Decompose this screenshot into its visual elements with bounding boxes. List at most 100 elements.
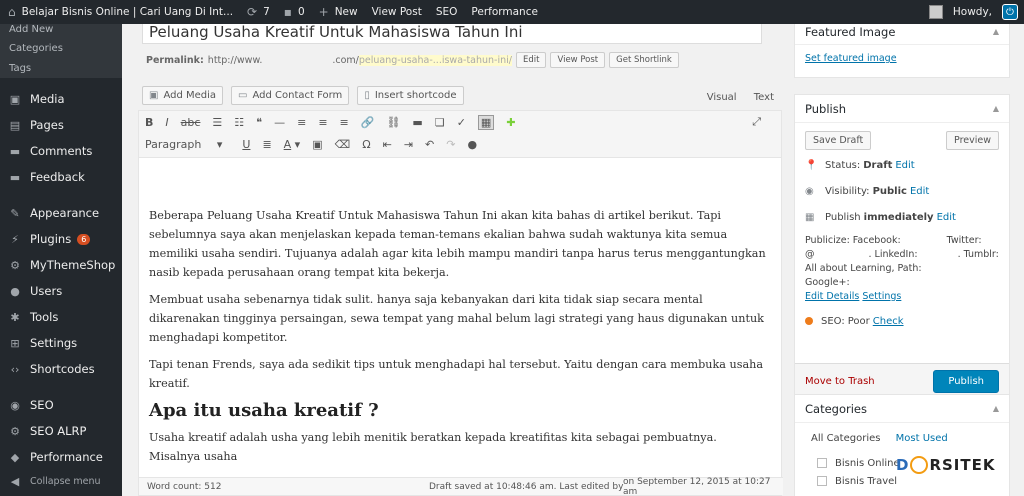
howdy-text[interactable]: Howdy,	[953, 6, 992, 18]
sidebar-item-comments[interactable]: ▬ Comments	[0, 138, 122, 164]
publish-button[interactable]: Publish	[933, 370, 999, 393]
format-select[interactable]: Paragraph ▾	[145, 138, 222, 151]
sidebar-item-feedback[interactable]: ▬ Feedback	[0, 164, 122, 190]
blockquote-icon[interactable]: ❝	[256, 116, 262, 129]
category-item[interactable]: Bisnis Travel	[795, 472, 1009, 490]
read-more-icon[interactable]: ▬	[412, 116, 422, 129]
sidebar-item-performance[interactable]: ◆ Performance	[0, 444, 122, 470]
sidebar-item-label: MyThemeShop	[30, 258, 116, 272]
edit-details-link[interactable]: Edit Details	[805, 291, 859, 302]
italic-icon[interactable]: I	[165, 116, 168, 129]
sidebar-item-shortcodes[interactable]: ‹› Shortcodes	[0, 356, 122, 382]
tab-all-categories[interactable]: All Categories	[811, 433, 880, 444]
sidebar-item-pages[interactable]: ▤ Pages	[0, 112, 122, 138]
bold-icon[interactable]: B	[145, 116, 153, 129]
tab-text[interactable]: Text	[754, 92, 774, 103]
comments-link[interactable]: ▪ 0	[284, 5, 305, 19]
special-char-icon[interactable]: Ω	[362, 138, 370, 151]
underline-icon[interactable]: U	[242, 138, 250, 151]
view-post-button[interactable]: View Post	[550, 52, 606, 68]
add-media-button[interactable]: ▣ Add Media	[142, 86, 224, 105]
sidebar-item-label: Performance	[30, 450, 103, 464]
sidebar-item-media[interactable]: ▣ Media	[0, 86, 122, 112]
toolbar-toggle-icon[interactable]: ▦	[477, 114, 495, 130]
paste-text-icon[interactable]: ▣	[312, 138, 322, 151]
edit-status-link[interactable]: Edit	[895, 160, 914, 171]
publish-header[interactable]: Publish ▲	[795, 95, 1009, 123]
submenu-tags[interactable]: Tags	[0, 58, 122, 78]
edit-schedule-link[interactable]: Edit	[937, 212, 956, 223]
sidebar-item-mythemeshop[interactable]: ⚙ MyThemeShop	[0, 252, 122, 278]
strikethrough-icon[interactable]: abc	[181, 116, 201, 129]
permalink-row: Permalink: http://www. .com/ peluang-usa…	[146, 52, 679, 68]
sidebar-item-label: Users	[30, 284, 63, 298]
undo-icon[interactable]: ↶	[425, 138, 434, 151]
clear-formatting-icon[interactable]: ⌫	[335, 138, 351, 151]
sidebar-item-seo-alrp[interactable]: ⚙ SEO ALRP	[0, 418, 122, 444]
move-to-trash-link[interactable]: Move to Trash	[805, 376, 875, 387]
publicize-section: Publicize: Facebook: Twitter: @ . LinkedIn…	[795, 230, 1009, 308]
settings-link[interactable]: Settings	[862, 291, 901, 302]
watermark-d: D	[896, 456, 910, 474]
site-name: Belajar Bisnis Online | Cari Uang Di Int…	[21, 6, 234, 18]
sidebar-item-settings[interactable]: ⊞ Settings	[0, 330, 122, 356]
save-draft-button[interactable]: Save Draft	[805, 131, 872, 150]
redo-icon[interactable]: ↷	[446, 138, 455, 151]
preview-button[interactable]: Preview	[946, 131, 999, 150]
sidebar-item-collapse[interactable]: ◀ Collapse menu	[0, 470, 122, 492]
new-link[interactable]: + New	[319, 5, 358, 19]
toggle-icon[interactable]: ▲	[993, 27, 999, 36]
editor-content[interactable]: Beberapa Peluang Usaha Kreatif Untuk Mah…	[139, 158, 781, 466]
align-left-icon[interactable]: ≡	[297, 116, 306, 129]
sidebar-item-users[interactable]: ● Users	[0, 278, 122, 304]
numbered-list-icon[interactable]: ☷	[234, 116, 244, 129]
sidebar-item-seo[interactable]: ◉ SEO	[0, 392, 122, 418]
toggle-icon[interactable]: ▲	[993, 104, 999, 113]
outdent-icon[interactable]: ⇤	[383, 138, 392, 151]
submenu-categories[interactable]: Categories	[0, 38, 122, 58]
category-checkbox[interactable]	[817, 458, 827, 468]
align-right-icon[interactable]: ≡	[340, 116, 349, 129]
sidebar-item-label: Tools	[30, 310, 59, 324]
performance-link[interactable]: Performance	[471, 6, 538, 18]
text-color-icon[interactable]: A ▾	[284, 138, 301, 151]
sidebar-item-tools[interactable]: ✱ Tools	[0, 304, 122, 330]
content-paragraph: Tapi tenan Frends, saya ada sedikit tips…	[149, 358, 763, 390]
edit-visibility-link[interactable]: Edit	[910, 186, 929, 197]
seo-link[interactable]: SEO	[436, 6, 458, 18]
help-icon[interactable]: ●	[467, 138, 477, 151]
get-shortlink-button[interactable]: Get Shortlink	[609, 52, 679, 68]
tab-most-used[interactable]: Most Used	[896, 433, 948, 444]
plus-green-icon[interactable]: ✚	[506, 116, 515, 129]
distraction-free-icon[interactable]: ⤢	[752, 115, 761, 129]
permalink-edit-button[interactable]: Edit	[515, 52, 547, 68]
align-center-icon[interactable]: ≡	[318, 116, 327, 129]
sidebar-item-appearance[interactable]: ✎ Appearance	[0, 200, 122, 226]
fullscreen-icon[interactable]: ❏	[435, 116, 445, 129]
justify-icon[interactable]: ≣	[262, 138, 271, 151]
bullet-list-icon[interactable]: ☰	[212, 116, 222, 129]
add-contact-form-button[interactable]: ▭ Add Contact Form	[231, 86, 350, 105]
sidebar-item-plugins[interactable]: ⚡ Plugins 6	[0, 226, 122, 252]
insert-link-icon[interactable]: 🔗	[361, 116, 375, 129]
feedback-icon: ▬	[9, 170, 21, 184]
category-checkbox[interactable]	[817, 476, 827, 486]
submenu-add-new[interactable]: Add New	[0, 24, 122, 38]
view-post-link[interactable]: View Post	[372, 6, 422, 18]
seo-check-link[interactable]: Check	[873, 316, 904, 327]
insert-shortcode-button[interactable]: ▯ Insert shortcode	[357, 86, 464, 105]
indent-icon[interactable]: ⇥	[404, 138, 413, 151]
horizontal-line-icon[interactable]: —	[274, 116, 285, 129]
home-icon: ⌂	[8, 5, 16, 19]
power-icon[interactable]: ⏻	[1002, 4, 1018, 20]
site-name-link[interactable]: ⌂ Belajar Bisnis Online | Cari Uang Di I…	[8, 5, 233, 19]
toggle-icon[interactable]: ▲	[993, 404, 999, 413]
tab-visual[interactable]: Visual	[707, 92, 737, 103]
permalink-slug[interactable]: peluang-usaha-...iswa-tahun-ini/	[358, 54, 512, 66]
remove-link-icon[interactable]: ⛓	[386, 116, 400, 129]
notification-icon[interactable]	[928, 5, 943, 19]
categories-header[interactable]: Categories ▲	[795, 395, 1009, 423]
spellcheck-icon[interactable]: ✓	[457, 116, 466, 129]
set-featured-image-link[interactable]: Set featured image	[805, 53, 897, 64]
updates-link[interactable]: ⟳ 7	[247, 5, 270, 19]
